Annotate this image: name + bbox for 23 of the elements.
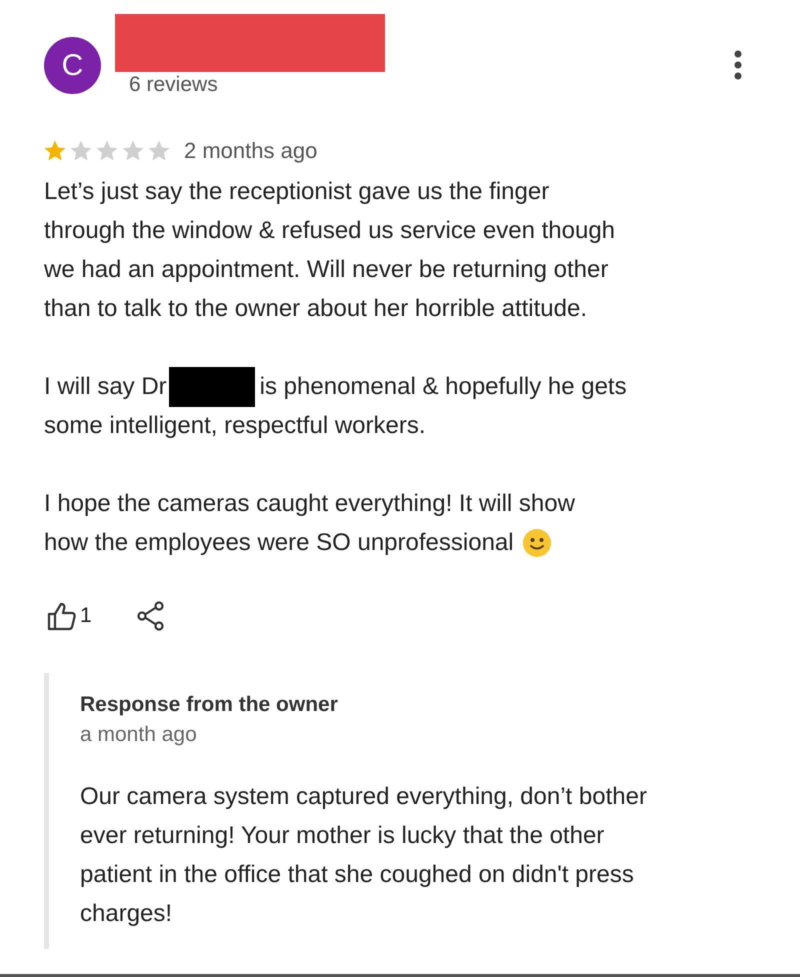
review-text: Let’s just say the receptionist gave us the finger — [44, 177, 550, 207]
review-text: I hope the cameras caught everything! It will show — [44, 489, 575, 519]
review-text: I will say Dr — [44, 372, 167, 402]
review-text: than to talk to the owner about her horrible attitude. — [44, 294, 588, 324]
thumbs-up-icon[interactable] — [46, 601, 76, 631]
review-count: 6 reviews — [129, 73, 219, 97]
response-title: Response from the owner — [80, 693, 339, 717]
share-icon[interactable] — [136, 601, 166, 631]
like-count: 1 — [80, 604, 92, 628]
response-time: a month ago — [80, 723, 198, 747]
smiley-icon — [522, 528, 552, 558]
more-options-icon[interactable] — [733, 50, 743, 80]
review-text: some intelligent, respectful workers. — [44, 411, 426, 441]
avatar: C — [44, 37, 101, 94]
response-text: ever returning! Your mother is lucky that the other — [80, 821, 604, 851]
review-time: 2 months ago — [184, 138, 318, 164]
review-text: we had an appointment. Will never be returning other — [44, 255, 608, 285]
response-text: patient in the office that she coughed on didn't press — [80, 860, 634, 890]
review-text: is phenomenal & hopefully he gets — [260, 372, 627, 402]
response-text: Our camera system captured everything, don’t bother — [80, 782, 647, 812]
review-text: through the window & refused us service even though — [44, 216, 616, 246]
response-text: charges! — [80, 899, 172, 929]
review-text: how the employees were SO unprofessional — [44, 528, 514, 558]
